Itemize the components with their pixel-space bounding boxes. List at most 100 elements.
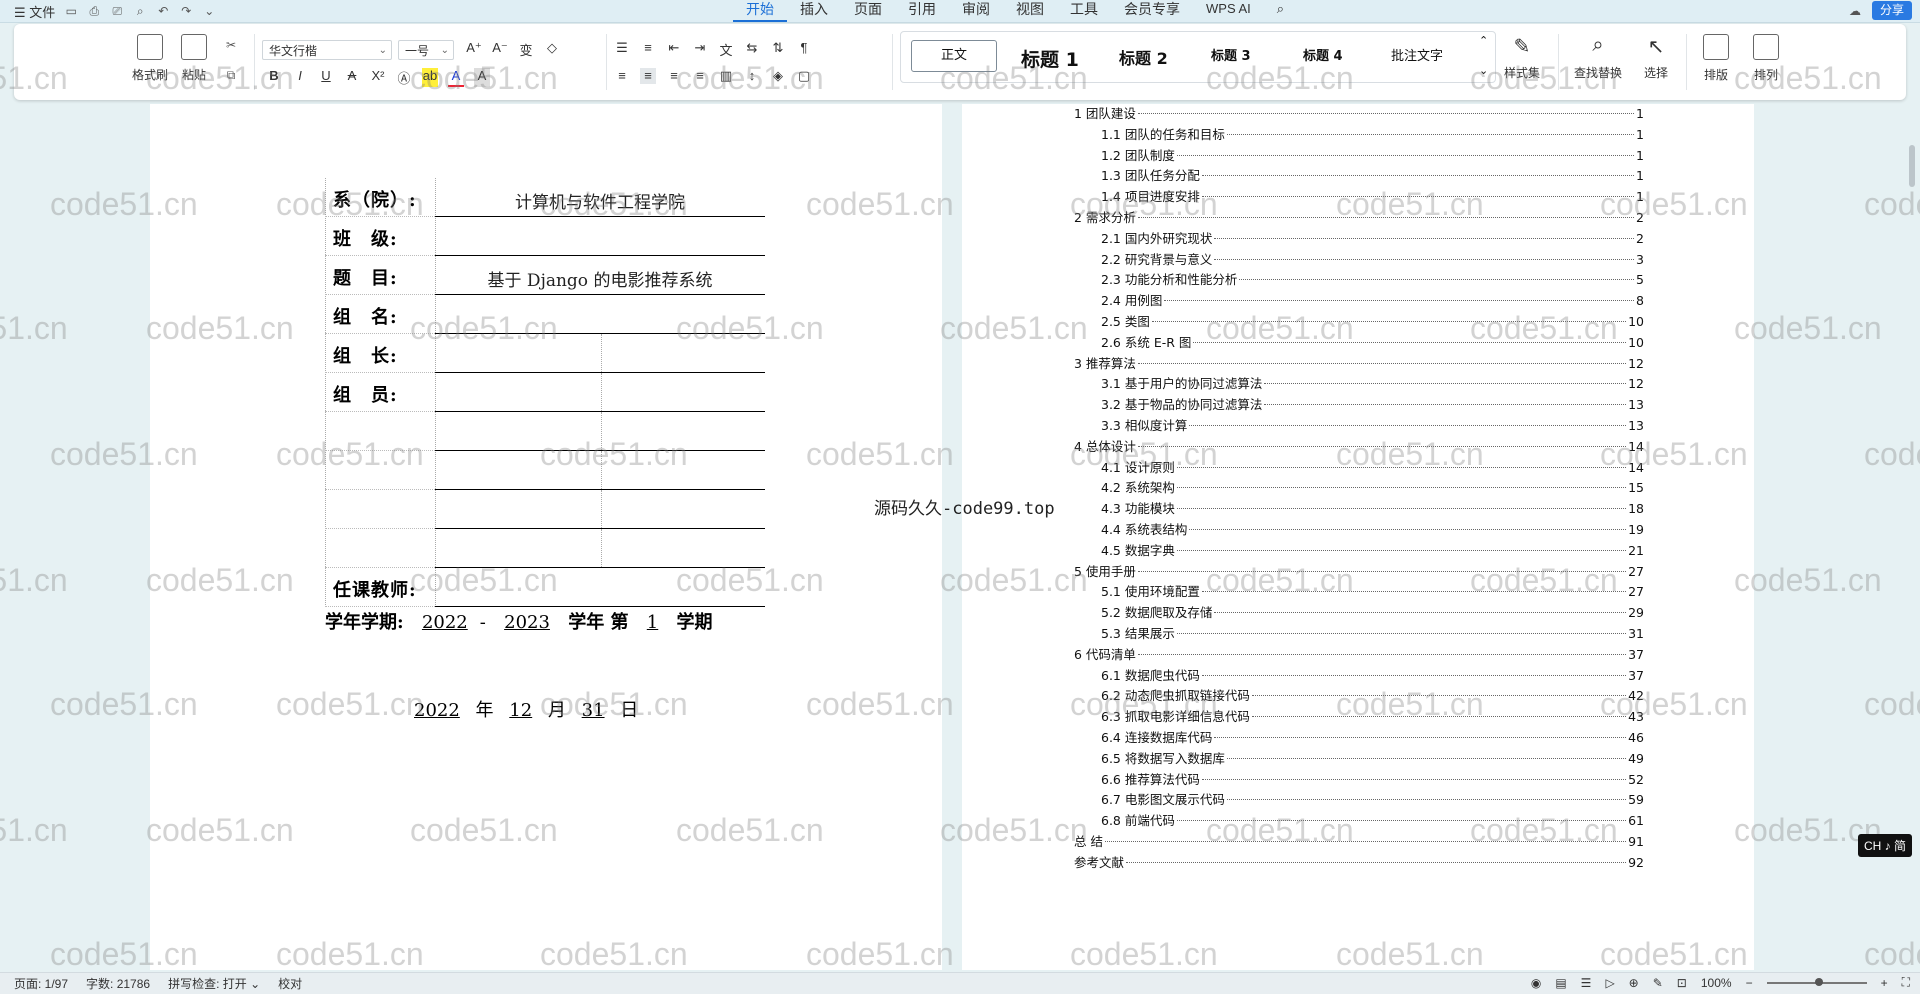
zoom-level[interactable]: 100%	[1701, 976, 1732, 990]
toc-entry[interactable]: 3.3 相似度计算 13	[1074, 416, 1644, 437]
share-button[interactable]: 分享	[1871, 1, 1912, 20]
toc-entry[interactable]: 6.7 电影图文展示代码 59	[1074, 790, 1644, 811]
web-view-icon[interactable]: ⊕	[1629, 976, 1639, 990]
italic-icon[interactable]: I	[292, 68, 308, 87]
toc-entry[interactable]: 4 总体设计 14	[1074, 437, 1644, 458]
grow-font-icon[interactable]: A⁺	[466, 40, 482, 59]
toc-entry[interactable]: 4.4 系统表结构 19	[1074, 520, 1644, 541]
tab-7[interactable]: 会员专享	[1111, 0, 1193, 22]
zoom-out-icon[interactable]: −	[1746, 976, 1753, 990]
zoom-slider-knob[interactable]	[1814, 977, 1823, 986]
save-icon[interactable]: ▭	[64, 4, 78, 18]
toc-entry[interactable]: 6.2 动态爬虫抓取链接代码 42	[1074, 686, 1644, 707]
toc-entry[interactable]: 2.4 用例图 8	[1074, 291, 1644, 312]
outline-view-icon[interactable]: ☰	[1581, 976, 1592, 990]
page-indicator[interactable]: 页面: 1/97	[14, 975, 68, 992]
char-shading-icon[interactable]: A	[474, 68, 490, 87]
bold-icon[interactable]: B	[266, 68, 282, 87]
toc-entry[interactable]: 6.8 前端代码 61	[1074, 811, 1644, 832]
show-marks-icon[interactable]: ¶	[796, 40, 812, 59]
zoom-slider[interactable]	[1766, 977, 1867, 986]
toc-entry[interactable]: 6.3 抓取电影详细信息代码 43	[1074, 707, 1644, 728]
highlight-icon[interactable]: ab	[422, 68, 438, 87]
toc-entry[interactable]: 1.1 团队的任务和目标 1	[1074, 125, 1644, 146]
justify-icon[interactable]: ≡	[692, 68, 708, 84]
toc-entry[interactable]: 6.6 推荐算法代码 52	[1074, 770, 1644, 791]
cloud-sync-icon[interactable]: ☁	[1848, 4, 1862, 18]
search-icon[interactable]: ⌕	[1264, 0, 1297, 22]
strikethrough-icon[interactable]: A	[344, 68, 360, 87]
format-painter-button[interactable]: 格式刷	[130, 34, 170, 83]
quick-access-dropdown-icon[interactable]: ⌄	[202, 4, 216, 18]
word-count[interactable]: 字数: 21786	[86, 975, 150, 992]
tab-3[interactable]: 引用	[895, 0, 949, 22]
print-icon[interactable]: ⎚	[110, 4, 124, 18]
copy-icon[interactable]: ⧉	[224, 68, 238, 82]
style-comment-text[interactable]: 批注文字	[1391, 45, 1443, 64]
shrink-font-icon[interactable]: A⁻	[492, 40, 508, 59]
style-heading-3[interactable]: 标题 3	[1211, 45, 1251, 64]
find-replace-button[interactable]: ⌕ 查找替换	[1566, 34, 1630, 81]
sort-icon[interactable]: ⇅	[770, 40, 786, 59]
cut-icon[interactable]: ✂	[224, 38, 238, 52]
toc-entry[interactable]: 参考文献 92	[1074, 853, 1644, 874]
distribute-icon[interactable]: ▥	[718, 68, 734, 84]
text-effect-icon[interactable]: Ⓐ	[396, 68, 412, 87]
font-color-icon[interactable]: A	[448, 68, 464, 87]
tab-6[interactable]: 工具	[1057, 0, 1111, 22]
toc-entry[interactable]: 5.1 使用环境配置 27	[1074, 582, 1644, 603]
toc-entry[interactable]: 6 代码清单 37	[1074, 645, 1644, 666]
vertical-scrollbar-thumb[interactable]	[1909, 145, 1915, 187]
bullet-list-icon[interactable]: ☰	[614, 40, 630, 59]
paste-button[interactable]: 粘贴	[174, 34, 214, 83]
toc-entry[interactable]: 2.2 研究背景与意义 3	[1074, 250, 1644, 271]
zoom-in-icon[interactable]: +	[1881, 976, 1888, 990]
wps-ai-button[interactable]: WPS AI	[1193, 0, 1264, 22]
layout-button[interactable]: 排版	[1694, 34, 1738, 83]
font-name-select[interactable]: 华文行楷 ⌄	[262, 40, 392, 60]
numbered-list-icon[interactable]: ≡	[640, 40, 656, 59]
toc-entry[interactable]: 6.4 连接数据库代码 46	[1074, 728, 1644, 749]
document-page-toc[interactable]: 1 团队建设 1 1.1 团队的任务和目标 1 1.2 团队制度 1 1.3 团队任务分配 1…	[962, 104, 1754, 970]
page-view-icon[interactable]: ▤	[1555, 976, 1566, 990]
write-mode-icon[interactable]: ✎	[1653, 976, 1663, 990]
spell-check-toggle[interactable]: 拼写检查: 打开 ⌄	[168, 975, 260, 992]
toc-entry[interactable]: 2.6 系统 E-R 图 10	[1074, 333, 1644, 354]
style-normal[interactable]: 正文	[911, 40, 997, 72]
border-icon[interactable]: ▢	[796, 68, 812, 84]
toc-entry[interactable]: 2.5 类图 10	[1074, 312, 1644, 333]
chinese-layout-icon[interactable]: 文	[718, 40, 734, 59]
increase-indent-icon[interactable]: ⇥	[692, 40, 708, 59]
cover-row-value[interactable]: 基于 Django 的电影推荐系统	[435, 266, 765, 291]
play-icon[interactable]: ▷	[1605, 976, 1614, 990]
tab-1[interactable]: 插入	[787, 0, 841, 22]
clear-format-icon[interactable]: ◇	[544, 40, 560, 59]
toc-entry[interactable]: 5.2 数据爬取及存储 29	[1074, 603, 1644, 624]
ime-indicator[interactable]: CH ♪ 简	[1857, 834, 1912, 857]
toc-entry[interactable]: 2 需求分析 2	[1074, 208, 1644, 229]
tab-5[interactable]: 视图	[1003, 0, 1057, 22]
toc-entry[interactable]: 5.3 结果展示 31	[1074, 624, 1644, 645]
select-button[interactable]: ↖ 选择	[1634, 34, 1678, 81]
toc-entry[interactable]: 4.3 功能模块 18	[1074, 499, 1644, 520]
toc-entry[interactable]: 3.1 基于用户的协同过滤算法 12	[1074, 374, 1644, 395]
toc-entry[interactable]: 3 推荐算法 12	[1074, 354, 1644, 375]
toc-entry[interactable]: 5 使用手册 27	[1074, 562, 1644, 583]
style-heading-4[interactable]: 标题 4	[1303, 45, 1343, 64]
toc-entry[interactable]: 4.5 数据字典 21	[1074, 541, 1644, 562]
redo-icon[interactable]: ↷	[179, 4, 193, 18]
eye-protection-icon[interactable]: ◉	[1531, 976, 1541, 990]
file-menu[interactable]: ☰ 文件	[14, 2, 55, 21]
align-right-icon[interactable]: ≡	[666, 68, 682, 84]
font-size-select[interactable]: 一号 ⌄	[398, 40, 454, 60]
proofread-button[interactable]: 校对	[278, 975, 302, 992]
style-heading-1[interactable]: 标题 1	[1021, 45, 1079, 72]
superscript-icon[interactable]: X²	[370, 68, 386, 87]
toc-entry[interactable]: 总 结 91	[1074, 832, 1644, 853]
style-gallery-scroll-icon[interactable]: ⌃	[1479, 34, 1488, 47]
toc-entry[interactable]: 4.2 系统架构 15	[1074, 478, 1644, 499]
toc-entry[interactable]: 3.2 基于物品的协同过滤算法 13	[1074, 395, 1644, 416]
toc-entry[interactable]: 6.5 将数据写入数据库 49	[1074, 749, 1644, 770]
arrange-button[interactable]: 排列	[1744, 34, 1788, 83]
toc-entry[interactable]: 6.1 数据爬虫代码 37	[1074, 666, 1644, 687]
